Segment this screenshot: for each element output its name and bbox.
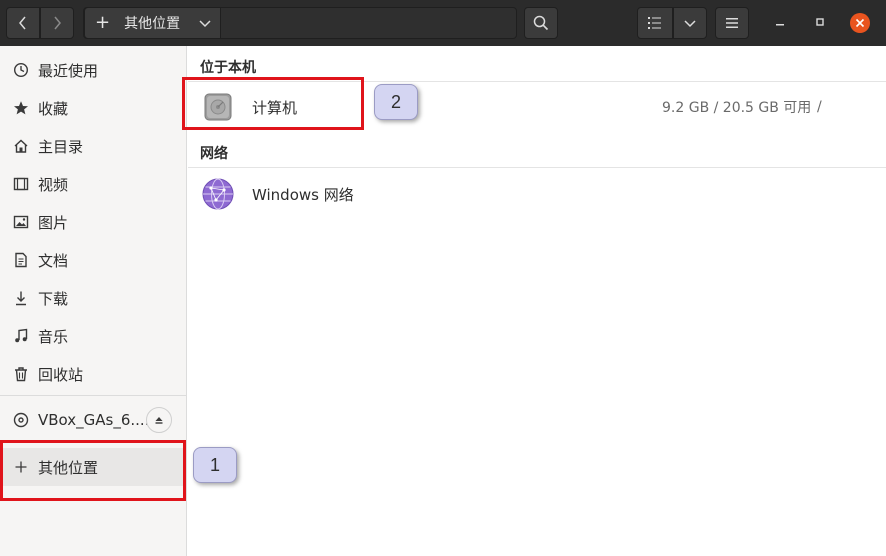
header-bar: + 其他位置 [0, 0, 886, 46]
main-menu-button[interactable] [715, 7, 749, 39]
star-icon [12, 99, 30, 117]
chevron-down-icon [684, 20, 696, 28]
sidebar-item-label: VBox_GAs_6.... [38, 411, 150, 429]
sidebar-item-label: 回收站 [38, 365, 84, 384]
image-icon [12, 213, 30, 231]
path-bar[interactable]: + 其他位置 [83, 7, 517, 39]
search-icon [533, 15, 549, 31]
plus-icon: + [95, 12, 111, 33]
music-icon [12, 327, 30, 345]
annotation-badge-1: 1 [193, 447, 237, 483]
network-globe-icon [202, 178, 234, 214]
highlight-box-other-locations [0, 440, 186, 501]
sidebar-item-label: 图片 [38, 213, 69, 232]
maximize-icon [816, 18, 824, 26]
forward-button[interactable] [40, 7, 74, 39]
download-icon [12, 289, 30, 307]
sidebar-separator [0, 395, 186, 396]
sidebar-item-home[interactable]: 主目录 [0, 127, 186, 165]
sidebar-item-label: 主目录 [38, 137, 84, 156]
row-divider [188, 167, 886, 168]
chevron-down-icon[interactable] [198, 16, 212, 30]
sidebar-item-label: 最近使用 [38, 61, 99, 80]
sidebar-item-music[interactable]: 音乐 [0, 317, 186, 355]
chevron-right-icon [54, 16, 61, 30]
eject-button[interactable] [146, 407, 172, 433]
sidebar-item-recent[interactable]: 最近使用 [0, 51, 186, 89]
path-segment-other-locations[interactable]: + 其他位置 [84, 7, 221, 39]
storage-usage: 9.2 GB / 20.5 GB 可用 [662, 100, 812, 116]
sidebar-item-label: 收藏 [38, 99, 69, 118]
sidebar-item-device[interactable]: VBox_GAs_6.... [0, 401, 186, 439]
location-name: Windows 网络 [252, 185, 354, 204]
back-button[interactable] [6, 7, 40, 39]
path-label: 其他位置 [124, 16, 181, 32]
list-view-icon [648, 17, 661, 29]
sidebar-item-label: 音乐 [38, 327, 69, 346]
sidebar-item-downloads[interactable]: 下载 [0, 279, 186, 317]
sidebar-item-starred[interactable]: 收藏 [0, 89, 186, 127]
close-window-button[interactable] [850, 13, 870, 33]
hamburger-menu-icon [726, 18, 738, 28]
film-icon [12, 175, 30, 193]
sidebar-item-label: 下载 [38, 289, 69, 308]
location-row-windows-network[interactable]: Windows 网络 [188, 169, 886, 219]
sidebar-item-label: 文档 [38, 251, 69, 270]
search-button[interactable] [524, 7, 558, 39]
minimize-button[interactable] [772, 14, 788, 30]
eject-icon [155, 417, 163, 424]
disc-icon [12, 411, 30, 429]
list-view-button[interactable] [637, 7, 673, 39]
section-heading-network: 网络 [200, 146, 228, 162]
trash-icon [12, 365, 30, 383]
highlight-box-computer [182, 77, 364, 130]
mount-point: / [817, 99, 822, 115]
document-icon [12, 251, 30, 269]
annotation-badge-2: 2 [374, 84, 418, 120]
sidebar-item-trash[interactable]: 回收站 [0, 355, 186, 393]
chevron-left-icon [19, 16, 26, 30]
sidebar-item-pictures[interactable]: 图片 [0, 203, 186, 241]
minimize-icon [776, 24, 784, 26]
close-icon [855, 18, 865, 28]
view-options-button[interactable] [673, 7, 707, 39]
sidebar-item-videos[interactable]: 视频 [0, 165, 186, 203]
sidebar-item-label: 视频 [38, 175, 69, 194]
home-icon [12, 137, 30, 155]
clock-icon [12, 61, 30, 79]
maximize-button[interactable] [812, 14, 828, 30]
section-heading-local: 位于本机 [200, 60, 256, 76]
sidebar-item-documents[interactable]: 文档 [0, 241, 186, 279]
